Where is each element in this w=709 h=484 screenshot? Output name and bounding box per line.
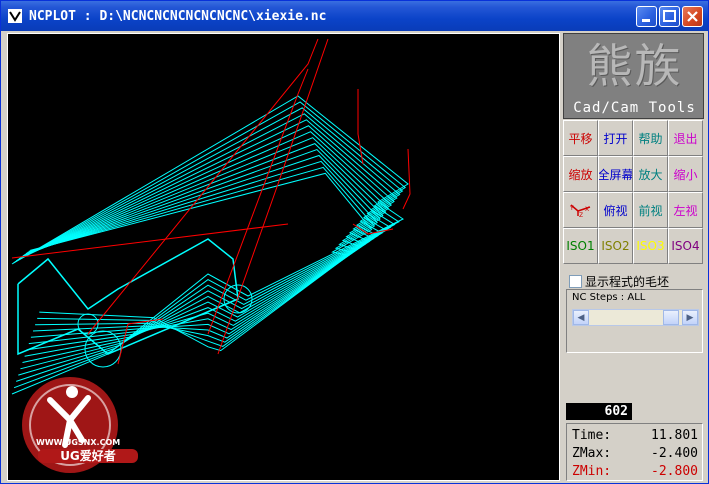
btn-2[interactable]: 帮助	[633, 120, 668, 156]
btn-4[interactable]: 缩放	[563, 156, 598, 192]
btn-9[interactable]: 俯视	[598, 192, 633, 228]
watermark-url: WWW.UGSNX.COM	[36, 438, 121, 447]
show-stock-checkbox[interactable]	[569, 274, 582, 288]
nc-steps-group: NC Steps : ALL ◀ ▶	[566, 289, 703, 353]
show-stock-label: 显示程式的毛坯	[585, 274, 670, 289]
window-title: NCPLOT : D:\NCNCNCNCNCNCNCNC\xiexie.nc	[29, 8, 327, 24]
toolpath-segment	[402, 148, 411, 210]
stat-row: Time: 11.801	[572, 428, 698, 446]
stat-value: -2.800	[651, 464, 698, 479]
xyz-axis-icon: Y XZ	[569, 204, 590, 218]
scroll-thumb[interactable]	[663, 310, 679, 325]
scroll-left-arrow-icon[interactable]: ◀	[573, 310, 589, 325]
minimize-button[interactable]	[636, 6, 657, 27]
view-button-grid: 平移 打开 帮助 退出缩放 全屏幕 放大 缩小 Y X Z 俯视 前视 左视 ISO1 ISO2 ISO3 IS…	[563, 120, 704, 264]
svg-text:Z: Z	[579, 212, 583, 218]
logo-chinese: 熊族	[586, 39, 683, 93]
btn-6[interactable]: 放大	[633, 156, 668, 192]
ncplot-window: NCPLOT : D:\NCNCNCNCNCNCNCNC\xiexie.nc U…	[0, 0, 709, 484]
btn-0[interactable]: 平移	[563, 120, 598, 156]
watermark-logo	[22, 377, 118, 473]
toolpath-segment	[21, 137, 390, 351]
brand-logo: 熊族 Cad/Cam Tools	[563, 33, 704, 119]
svg-text:X: X	[585, 206, 589, 213]
maximize-button[interactable]	[659, 6, 680, 27]
close-icon	[687, 11, 698, 22]
minimize-icon	[642, 19, 650, 22]
btn-1[interactable]: 打开	[598, 120, 633, 156]
btn-14[interactable]: ISO3	[633, 228, 668, 264]
btn-5[interactable]: 全屏幕	[598, 156, 633, 192]
btn-11[interactable]: 左视	[668, 192, 703, 228]
btn-7[interactable]: 缩小	[668, 156, 703, 192]
toolpath-segment	[20, 131, 393, 357]
stat-row: ZMax: -2.400	[572, 446, 698, 464]
close-button[interactable]	[682, 6, 703, 27]
stat-row: ZMin: -2.800	[572, 464, 698, 482]
step-counter: 602	[566, 403, 632, 420]
nc-steps-scrollbar[interactable]: ◀ ▶	[572, 309, 699, 326]
toolpath-segment	[17, 238, 239, 356]
control-panel: 熊族 Cad/Cam Tools 平移 打开 帮助 退出缩放 全屏幕 放大 缩小 Y X Z 俯视前…	[563, 33, 704, 483]
btn-10[interactable]: 前视	[633, 192, 668, 228]
btn-15[interactable]: ISO4	[668, 228, 703, 264]
nc-steps-label: NC Steps : ALL	[572, 292, 646, 303]
toolpath-canvas[interactable]: UG爱好者 WWW.UGSNX.COM	[7, 33, 560, 481]
app-icon	[8, 9, 22, 23]
stat-value: -2.400	[651, 446, 698, 461]
logo-english: Cad/Cam Tools	[573, 100, 696, 116]
toolpath-segment	[11, 95, 409, 395]
scroll-right-arrow-icon[interactable]: ▶	[682, 310, 698, 325]
maximize-icon	[663, 10, 676, 22]
stat-key: ZMin:	[572, 464, 612, 479]
watermark-text: UG爱好者	[38, 449, 138, 463]
stat-key: Time:	[572, 428, 612, 443]
svg-text:Y: Y	[569, 205, 574, 212]
stats-panel: Time: 11.801 ZMax: -2.400 ZMin: -2.800	[566, 423, 703, 481]
show-stock-option[interactable]: 显示程式的毛坯	[569, 272, 669, 290]
stat-value: 11.801	[651, 428, 698, 443]
btn-12[interactable]: ISO1	[563, 228, 598, 264]
xyz-axis-button[interactable]: Y XZ	[563, 192, 598, 228]
title-bar[interactable]: NCPLOT : D:\NCNCNCNCNCNCNCNC\xiexie.nc	[1, 1, 708, 31]
btn-3[interactable]: 退出	[668, 120, 703, 156]
btn-13[interactable]: ISO2	[598, 228, 633, 264]
stat-key: ZMax:	[572, 446, 612, 461]
